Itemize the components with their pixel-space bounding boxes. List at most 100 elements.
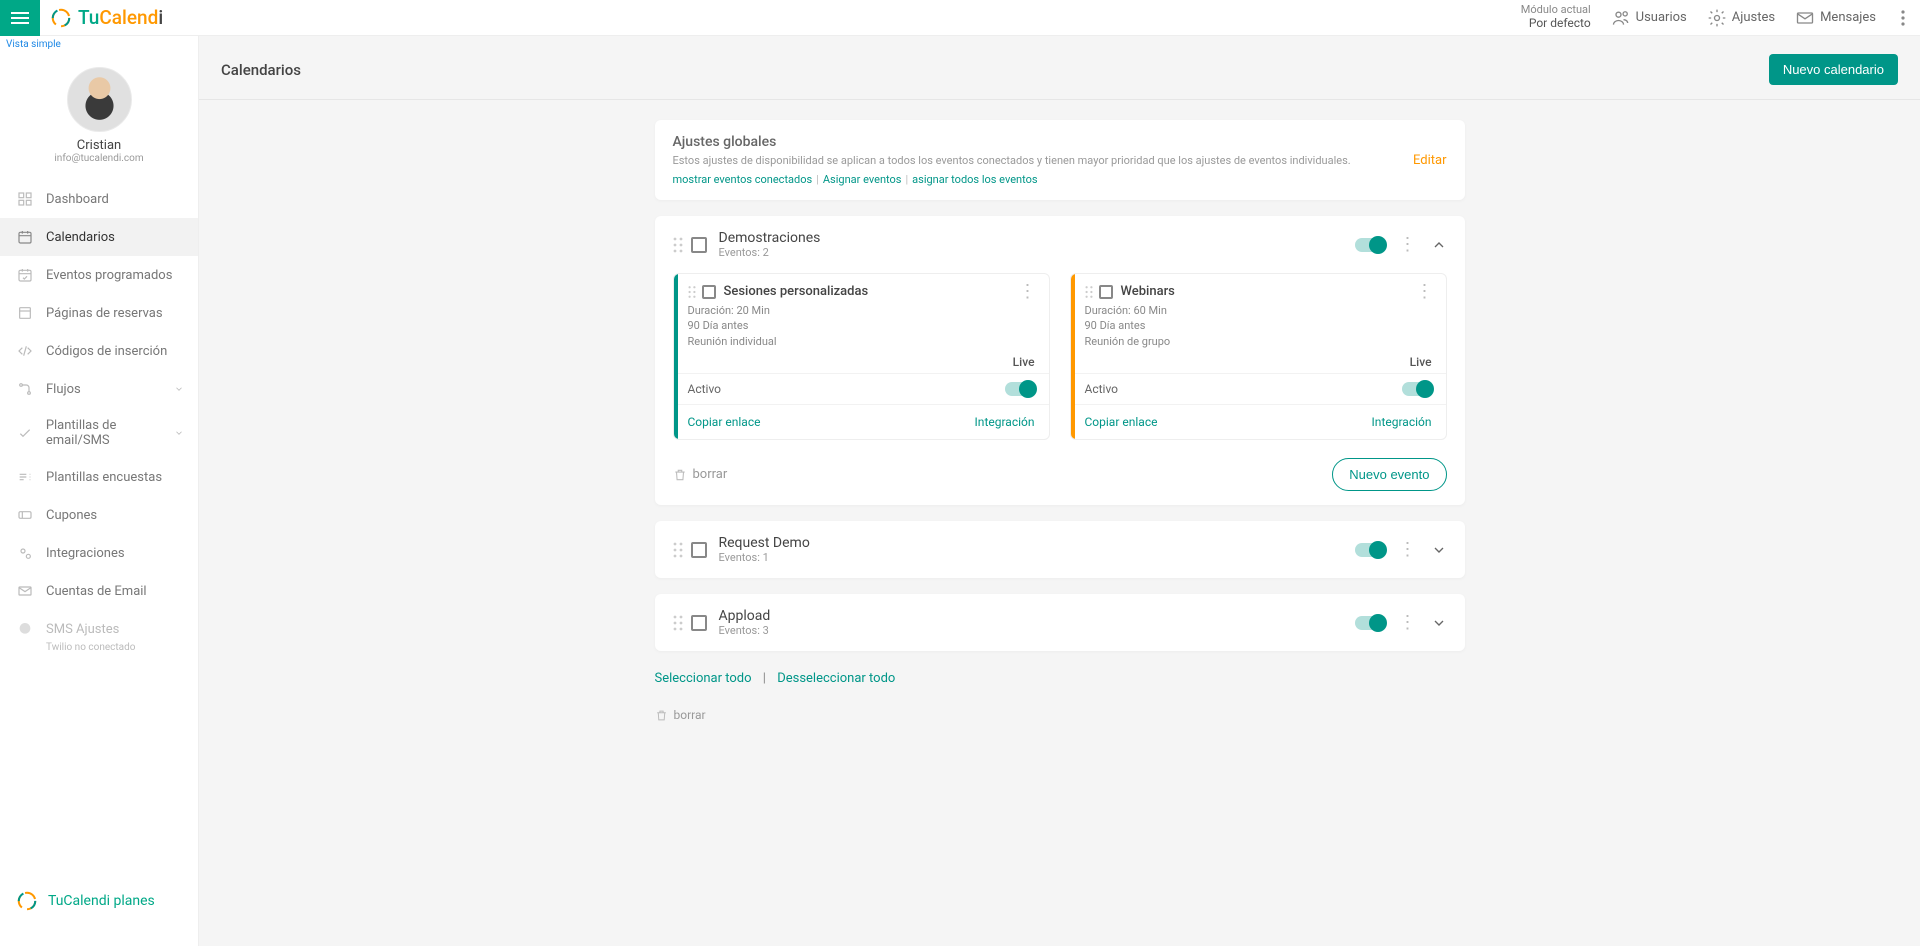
- avatar[interactable]: [67, 67, 132, 132]
- gear-icon: [1707, 8, 1727, 28]
- event-checkbox[interactable]: [1099, 285, 1113, 299]
- global-title: Ajustes globales: [673, 134, 1394, 150]
- logo-small-icon: [16, 890, 38, 912]
- live-badge: Live: [1071, 355, 1446, 373]
- chat-icon: [17, 621, 33, 637]
- calendar-toggle[interactable]: [1355, 238, 1385, 252]
- event-card-webinars: Webinars ⋮ Duración: 60 Min 90 Día antes…: [1070, 273, 1447, 440]
- new-event-button[interactable]: Nuevo evento: [1332, 458, 1446, 491]
- drag-handle-icon[interactable]: [688, 285, 696, 299]
- calendar-count: Eventos: 2: [719, 246, 1355, 259]
- nav-booking-pages[interactable]: Páginas de reservas: [0, 294, 198, 332]
- code-icon: [17, 343, 33, 359]
- event-card-sesiones: Sesiones personalizadas ⋮ Duración: 20 M…: [673, 273, 1050, 440]
- chevron-down-icon: [174, 428, 184, 438]
- calendar-toggle[interactable]: [1355, 616, 1385, 630]
- chevron-down-icon: [174, 384, 184, 394]
- event-checkbox[interactable]: [702, 285, 716, 299]
- selection-row: Seleccionar todo | Desseleccionar todo: [655, 667, 1465, 696]
- nav-coupons[interactable]: Cupones: [0, 496, 198, 534]
- nav-scheduled[interactable]: Eventos programados: [0, 256, 198, 294]
- trash-icon: [655, 709, 668, 722]
- nav-email-accounts[interactable]: Cuentas de Email: [0, 572, 198, 610]
- nav-templates[interactable]: Plantillas de email/SMS: [0, 408, 198, 458]
- calendar-name: Request Demo: [719, 535, 1355, 551]
- drag-handle-icon[interactable]: [673, 615, 683, 631]
- drag-handle-icon[interactable]: [673, 237, 683, 253]
- nav-calendars[interactable]: Calendarios: [0, 218, 198, 256]
- nav-embed[interactable]: Códigos de inserción: [0, 332, 198, 370]
- nav-integrations[interactable]: Integraciones: [0, 534, 198, 572]
- edit-global-link[interactable]: Editar: [1413, 153, 1447, 168]
- calendar-checkbox[interactable]: [691, 542, 707, 558]
- flow-icon: [17, 381, 33, 397]
- profile-email: info@tucalendi.com: [0, 153, 198, 164]
- event-toggle[interactable]: [1402, 382, 1432, 396]
- calendar-menu[interactable]: ⋮: [1399, 545, 1417, 555]
- calendar-menu[interactable]: ⋮: [1399, 618, 1417, 628]
- messages-link[interactable]: Mensajes: [1795, 8, 1876, 28]
- calendar-group-demostraciones: Demostraciones Eventos: 2 ⋮ Sesiones per…: [655, 216, 1465, 505]
- page-icon: [17, 305, 33, 321]
- integration-link[interactable]: Integración: [1372, 415, 1432, 429]
- trash-icon: [673, 468, 687, 482]
- logo[interactable]: TuCalendi: [50, 6, 163, 29]
- topbar: TuCalendi Módulo actual Por defecto Usua…: [0, 0, 1920, 36]
- logo-mark-icon: [50, 7, 72, 29]
- event-toggle[interactable]: [1005, 382, 1035, 396]
- event-title: Sesiones personalizadas: [724, 284, 1019, 299]
- nav-sms[interactable]: SMS Ajustes: [0, 610, 198, 648]
- nav-flows[interactable]: Flujos: [0, 370, 198, 408]
- calendar-check-icon: [17, 267, 33, 283]
- vista-label[interactable]: Vista simple: [0, 36, 198, 53]
- calendar-checkbox[interactable]: [691, 615, 707, 631]
- select-all-link[interactable]: Seleccionar todo: [655, 671, 752, 686]
- collapse-button[interactable]: [1431, 237, 1447, 253]
- global-settings-card: Ajustes globales Estos ajustes de dispon…: [655, 120, 1465, 200]
- calendar-count: Eventos: 1: [719, 551, 1355, 564]
- active-label: Activo: [1085, 382, 1119, 396]
- dashboard-icon: [17, 191, 33, 207]
- drag-handle-icon[interactable]: [673, 542, 683, 558]
- module-selector[interactable]: Módulo actual Por defecto: [1521, 4, 1591, 30]
- expand-button[interactable]: [1431, 542, 1447, 558]
- sidebar-footer[interactable]: TuCalendi planes: [0, 876, 198, 946]
- main: Calendarios Nuevo calendario Ajustes glo…: [199, 36, 1920, 946]
- copy-link[interactable]: Copiar enlace: [1085, 415, 1158, 429]
- event-menu[interactable]: ⋮: [1416, 287, 1434, 297]
- drag-handle-icon[interactable]: [1085, 285, 1093, 299]
- page-title: Calendarios: [221, 61, 301, 79]
- users-link[interactable]: Usuarios: [1611, 8, 1687, 28]
- copy-link[interactable]: Copiar enlace: [688, 415, 761, 429]
- deselect-all-link[interactable]: Desseleccionar todo: [777, 671, 895, 686]
- show-connected-link[interactable]: mostrar eventos conectados: [673, 173, 813, 186]
- hamburger-menu[interactable]: [0, 0, 40, 36]
- assign-all-link[interactable]: asignar todos los eventos: [912, 173, 1037, 186]
- calendar-count: Eventos: 3: [719, 624, 1355, 637]
- mail-small-icon: [17, 583, 33, 599]
- new-calendar-button[interactable]: Nuevo calendario: [1769, 54, 1898, 85]
- expand-button[interactable]: [1431, 615, 1447, 631]
- calendar-menu[interactable]: ⋮: [1399, 240, 1417, 250]
- nav-dashboard[interactable]: Dashboard: [0, 180, 198, 218]
- delete-selected-link[interactable]: borrar: [655, 708, 1465, 722]
- delete-calendar-link[interactable]: borrar: [673, 467, 728, 482]
- gear-small-icon: [17, 545, 33, 561]
- live-badge: Live: [674, 355, 1049, 373]
- chevron-down-icon: [1431, 615, 1447, 631]
- dots-vertical-icon: [1901, 10, 1905, 26]
- event-menu[interactable]: ⋮: [1019, 287, 1037, 297]
- event-title: Webinars: [1121, 284, 1416, 299]
- calendar-group-request-demo: Request Demo Eventos: 1 ⋮: [655, 521, 1465, 578]
- calendar-checkbox[interactable]: [691, 237, 707, 253]
- nav-surveys[interactable]: Plantillas encuestas: [0, 458, 198, 496]
- calendar-name: Appload: [719, 608, 1355, 624]
- calendar-toggle[interactable]: [1355, 543, 1385, 557]
- assign-events-link[interactable]: Asignar eventos: [823, 173, 902, 186]
- calendar-group-appload: Appload Eventos: 3 ⋮: [655, 594, 1465, 651]
- coupon-icon: [17, 507, 33, 523]
- survey-icon: [17, 469, 33, 485]
- settings-link[interactable]: Ajustes: [1707, 8, 1775, 28]
- integration-link[interactable]: Integración: [975, 415, 1035, 429]
- more-menu[interactable]: [1886, 10, 1920, 26]
